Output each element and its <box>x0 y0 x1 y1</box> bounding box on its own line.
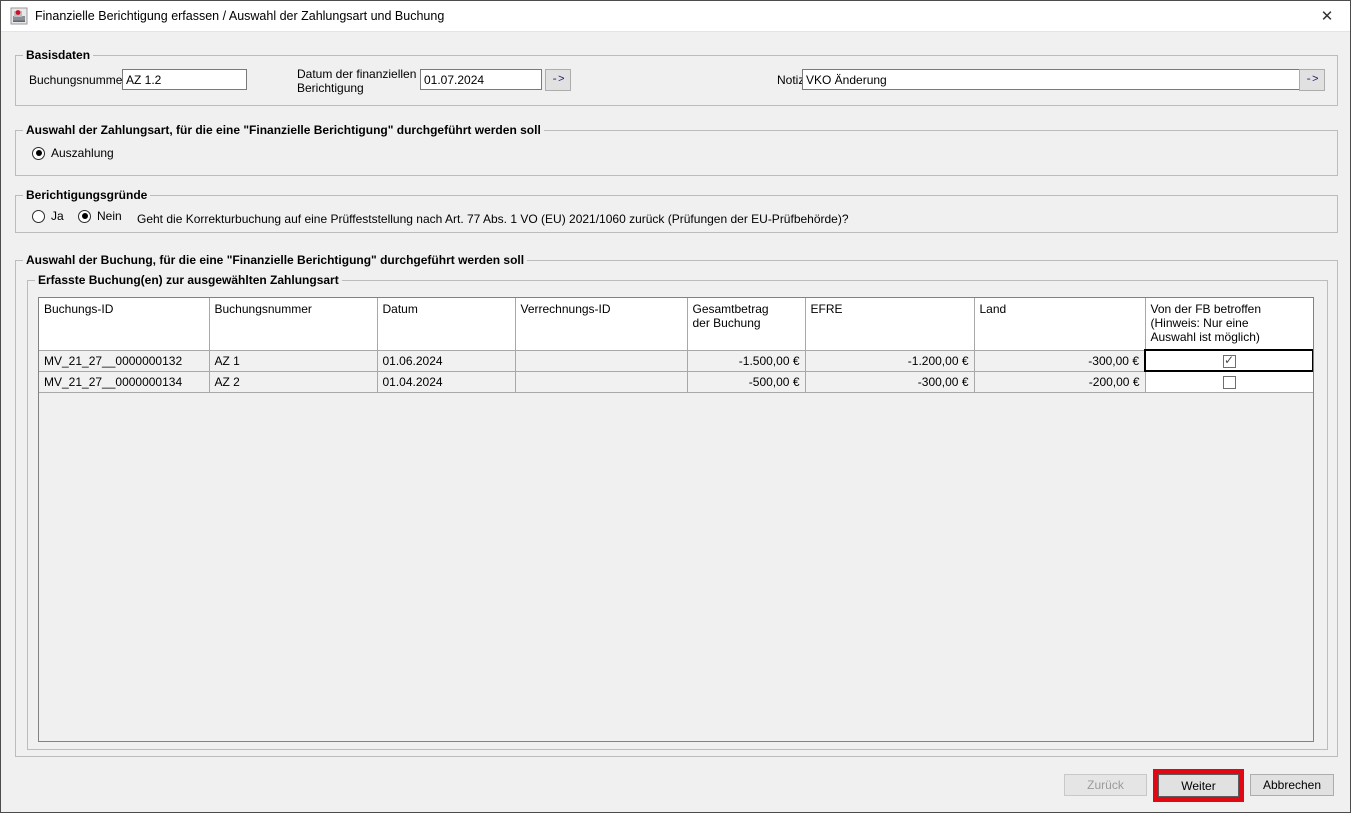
ja-radio[interactable] <box>32 210 45 223</box>
zurueck-button[interactable]: Zurück <box>1064 774 1147 796</box>
cell-buchungsnummer[interactable]: AZ 1 <box>209 350 377 371</box>
column-header-buchungsnummer[interactable]: Buchungsnummer <box>209 298 377 350</box>
datum-label: Datum der finanziellen Berichtigung <box>297 67 419 95</box>
cell-verrechnungs_id[interactable] <box>515 371 687 392</box>
auszahlung-option[interactable]: Auszahlung <box>32 146 114 160</box>
window-title: Finanzielle Berichtigung erfassen / Ausw… <box>35 9 444 23</box>
group-zahlungsart: Auswahl der Zahlungsart, für die eine "F… <box>15 130 1338 176</box>
cell-datum[interactable]: 01.06.2024 <box>377 350 515 371</box>
table-row[interactable]: MV_21_27__0000000132AZ 101.06.2024 -1.500… <box>39 350 1313 371</box>
buchungsnummer-input[interactable] <box>122 69 247 90</box>
cell-buchungs_id[interactable]: MV_21_27__0000000134 <box>39 371 209 392</box>
group-berichtigungsgruende: Berichtigungsgründe Ja Nein Geht die Kor… <box>15 195 1338 233</box>
datum-input[interactable] <box>420 69 542 90</box>
group-basisdaten: Basisdaten Buchungsnummer Datum der fina… <box>15 55 1338 106</box>
auszahlung-label: Auszahlung <box>51 146 114 160</box>
weiter-highlight-annotation: Weiter <box>1153 769 1244 802</box>
dialog-window: Finanzielle Berichtigung erfassen / Ausw… <box>0 0 1351 813</box>
betroffen-cell[interactable] <box>1145 371 1313 392</box>
betroffen-cell[interactable] <box>1145 350 1313 371</box>
group-zahlungsart-legend: Auswahl der Zahlungsart, für die eine "F… <box>23 123 544 137</box>
cell-efre[interactable]: -300,00 € <box>805 371 974 392</box>
datum-arrow-button[interactable]: -> <box>545 69 571 91</box>
column-header-verrechnungs_id[interactable]: Verrechnungs-ID <box>515 298 687 350</box>
ja-option[interactable]: Ja <box>32 209 64 223</box>
notiz-label: Notiz <box>777 73 804 87</box>
column-header-betroffen[interactable]: Von der FB betroffen (Hinweis: Nur eine … <box>1145 298 1313 350</box>
column-header-datum[interactable]: Datum <box>377 298 515 350</box>
cell-land[interactable]: -200,00 € <box>974 371 1145 392</box>
close-icon[interactable]: ✕ <box>1310 1 1344 31</box>
berichtigungsgruende-question: Geht die Korrekturbuchung auf eine Prüff… <box>137 212 849 226</box>
group-basisdaten-legend: Basisdaten <box>23 48 93 62</box>
group-berichtigungsgruende-legend: Berichtigungsgründe <box>23 188 150 202</box>
group-buchung: Auswahl der Buchung, für die eine "Finan… <box>15 260 1338 757</box>
column-header-land[interactable]: Land <box>974 298 1145 350</box>
row-checkbox[interactable] <box>1223 376 1236 389</box>
cell-verrechnungs_id[interactable] <box>515 350 687 371</box>
nein-label: Nein <box>97 209 122 223</box>
cell-buchungsnummer[interactable]: AZ 2 <box>209 371 377 392</box>
column-header-efre[interactable]: EFRE <box>805 298 974 350</box>
row-checkbox[interactable] <box>1223 355 1236 368</box>
cell-gesamtbetrag[interactable]: -1.500,00 € <box>687 350 805 371</box>
notiz-arrow-button[interactable]: -> <box>1299 69 1325 91</box>
buchungen-table-container: Buchungs-IDBuchungsnummerDatumVerrechnun… <box>38 297 1314 742</box>
group-erfasste-buchungen-legend: Erfasste Buchung(en) zur ausgewählten Za… <box>35 273 342 287</box>
abbrechen-button[interactable]: Abbrechen <box>1250 774 1334 796</box>
table-header-row: Buchungs-IDBuchungsnummerDatumVerrechnun… <box>39 298 1313 350</box>
group-erfasste-buchungen: Erfasste Buchung(en) zur ausgewählten Za… <box>27 280 1328 750</box>
column-header-buchungs_id[interactable]: Buchungs-ID <box>39 298 209 350</box>
cell-gesamtbetrag[interactable]: -500,00 € <box>687 371 805 392</box>
title-bar: Finanzielle Berichtigung erfassen / Ausw… <box>1 1 1350 32</box>
app-icon <box>10 7 28 25</box>
cell-land[interactable]: -300,00 € <box>974 350 1145 371</box>
ja-label: Ja <box>51 209 64 223</box>
nein-radio[interactable] <box>78 210 91 223</box>
cell-datum[interactable]: 01.04.2024 <box>377 371 515 392</box>
buchungen-table: Buchungs-IDBuchungsnummerDatumVerrechnun… <box>39 298 1314 393</box>
table-row[interactable]: MV_21_27__0000000134AZ 201.04.2024 -500,0… <box>39 371 1313 392</box>
notiz-input[interactable] <box>802 69 1306 90</box>
cell-buchungs_id[interactable]: MV_21_27__0000000132 <box>39 350 209 371</box>
group-buchung-legend: Auswahl der Buchung, für die eine "Finan… <box>23 253 527 267</box>
weiter-button[interactable]: Weiter <box>1158 774 1239 797</box>
nein-option[interactable]: Nein <box>78 209 122 223</box>
auszahlung-radio[interactable] <box>32 147 45 160</box>
cell-efre[interactable]: -1.200,00 € <box>805 350 974 371</box>
buchungsnummer-label: Buchungsnummer <box>29 73 126 87</box>
column-header-gesamtbetrag[interactable]: Gesamtbetrag der Buchung <box>687 298 805 350</box>
